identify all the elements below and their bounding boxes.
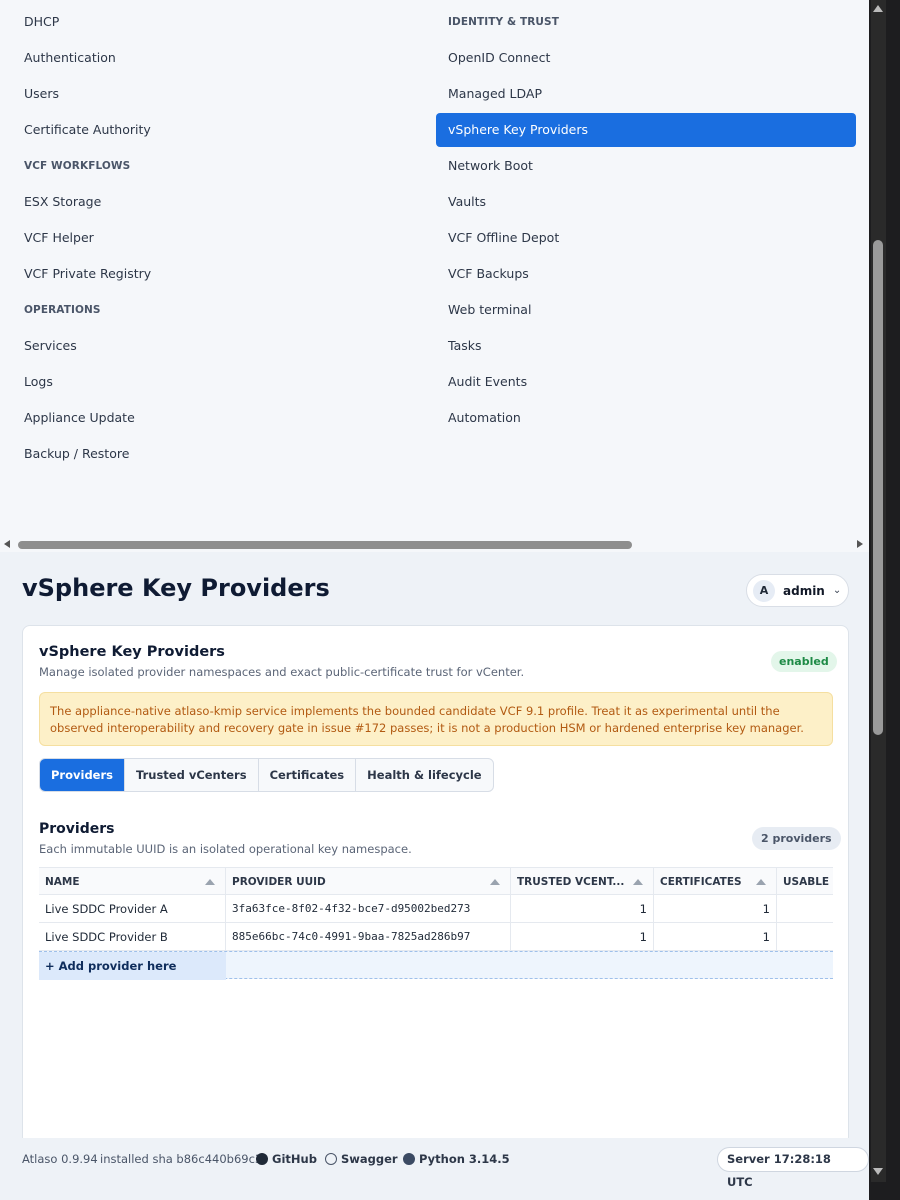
column-header-label: USABLE — [783, 876, 830, 888]
cell-name[interactable]: Live SDDC Provider B — [39, 923, 226, 951]
menu-item-managed-ldap[interactable]: Managed LDAP — [436, 76, 856, 112]
python-version-label: Python 3.14.5 — [419, 1152, 510, 1166]
column-header-name[interactable]: NAME — [39, 868, 226, 896]
menu-item-vcf-private-registry[interactable]: VCF Private Registry — [12, 256, 412, 292]
nav-menu-panel: DHCP Authentication Users Certificate Au… — [0, 0, 869, 552]
tab-trusted-vcenters[interactable]: Trusted vCenters — [125, 759, 259, 791]
key-providers-card: vSphere Key Providers Manage isolated pr… — [22, 625, 849, 1145]
sort-ascending-icon[interactable] — [756, 879, 766, 885]
column-header-certificates[interactable]: CERTIFICATES — [654, 868, 777, 896]
menu-item-backup-restore[interactable]: Backup / Restore — [12, 436, 412, 472]
column-header-trusted-vcenters[interactable]: TRUSTED VCENT... — [511, 868, 654, 896]
menu-item-network-boot[interactable]: Network Boot — [436, 148, 856, 184]
python-version: Python 3.14.5 — [403, 1152, 510, 1166]
vertical-scroll-thumb[interactable] — [873, 240, 883, 735]
menu-item-certificate-authority[interactable]: Certificate Authority — [12, 112, 412, 148]
scroll-up-arrow-icon[interactable] — [873, 5, 883, 12]
tab-health-lifecycle[interactable]: Health & lifecycle — [356, 759, 492, 791]
add-provider-button[interactable]: + Add provider here — [39, 952, 226, 980]
menu-heading-vcf-workflows: VCF WORKFLOWS — [24, 160, 131, 172]
sort-ascending-icon[interactable] — [633, 879, 643, 885]
sort-ascending-icon[interactable] — [205, 879, 215, 885]
cell-usable[interactable] — [777, 895, 833, 923]
github-link[interactable]: GitHub — [256, 1152, 317, 1166]
cell-usable[interactable] — [777, 923, 833, 951]
card-subtitle: Manage isolated provider namespaces and … — [39, 665, 525, 679]
cell-trusted-vcenters[interactable]: 1 — [511, 923, 654, 951]
menu-item-vcf-backups[interactable]: VCF Backups — [436, 256, 856, 292]
cell-provider-uuid[interactable]: 3fa63fce-8f02-4f32-bce7-d95002bed273 — [226, 895, 511, 923]
table-row[interactable]: Live SDDC Provider A 3fa63fce-8f02-4f32-… — [39, 895, 833, 923]
cell-provider-uuid[interactable]: 885e66bc-74c0-4991-9baa-7825ad286b97 — [226, 923, 511, 951]
user-menu-button[interactable]: A admin ⌄ — [746, 574, 849, 607]
menu-item-services[interactable]: Services — [12, 328, 412, 364]
menu-item-openid-connect[interactable]: OpenID Connect — [436, 40, 856, 76]
tab-providers[interactable]: Providers — [40, 759, 125, 791]
python-icon — [403, 1153, 415, 1165]
installed-sha: installed sha b86c440b69c3 — [100, 1152, 263, 1166]
swagger-link[interactable]: Swagger — [325, 1152, 398, 1166]
cell-trusted-vcenters[interactable]: 1 — [511, 895, 654, 923]
menu-item-audit-events[interactable]: Audit Events — [436, 364, 856, 400]
tab-certificates[interactable]: Certificates — [259, 759, 357, 791]
menu-item-users[interactable]: Users — [12, 76, 412, 112]
scroll-right-arrow-icon[interactable] — [857, 540, 863, 548]
menu-item-vaults[interactable]: Vaults — [436, 184, 856, 220]
providers-count-badge: 2 providers — [752, 827, 841, 850]
swagger-link-label: Swagger — [341, 1152, 398, 1166]
github-link-label: GitHub — [272, 1152, 317, 1166]
status-badge: enabled — [771, 651, 837, 672]
menu-item-automation[interactable]: Automation — [436, 400, 856, 436]
menu-heading-operations: OPERATIONS — [24, 304, 101, 316]
cell-name[interactable]: Live SDDC Provider A — [39, 895, 226, 923]
menu-item-logs[interactable]: Logs — [12, 364, 412, 400]
section-tabs: Providers Trusted vCenters Certificates … — [39, 758, 494, 792]
table-row[interactable]: Live SDDC Provider B 885e66bc-74c0-4991-… — [39, 923, 833, 951]
menu-item-tasks[interactable]: Tasks — [436, 328, 856, 364]
add-provider-row[interactable]: + Add provider here — [39, 951, 833, 980]
user-name: admin — [783, 583, 825, 598]
menu-item-web-terminal[interactable]: Web terminal — [436, 292, 856, 328]
column-header-provider-uuid[interactable]: PROVIDER UUID — [226, 868, 511, 896]
menu-item-vcf-offline-depot[interactable]: VCF Offline Depot — [436, 220, 856, 256]
menu-item-vsphere-key-providers[interactable]: vSphere Key Providers — [436, 113, 856, 147]
page-title: vSphere Key Providers — [22, 574, 330, 602]
menu-item-dhcp[interactable]: DHCP — [12, 4, 412, 40]
horizontal-scrollbar[interactable] — [0, 537, 869, 552]
providers-section-title: Providers — [39, 821, 115, 837]
experimental-warning-banner: The appliance-native atlaso-kmip service… — [39, 692, 833, 746]
scroll-left-arrow-icon[interactable] — [4, 540, 10, 548]
chevron-down-icon: ⌄ — [832, 585, 842, 596]
menu-item-vcf-helper[interactable]: VCF Helper — [12, 220, 412, 256]
app-version: Atlaso 0.9.94 — [22, 1152, 98, 1166]
providers-section-subtitle: Each immutable UUID is an isolated opera… — [39, 842, 412, 856]
nav-menu-left-column: DHCP Authentication Users Certificate Au… — [12, 4, 412, 472]
menu-item-appliance-update[interactable]: Appliance Update — [12, 400, 412, 436]
table-header-row: NAME PROVIDER UUID TRUSTED VCENT... CERT… — [39, 867, 833, 896]
horizontal-scroll-thumb[interactable] — [18, 541, 632, 549]
column-header-label: CERTIFICATES — [660, 876, 742, 888]
menu-heading-identity-trust: IDENTITY & TRUST — [448, 16, 559, 28]
column-header-label: PROVIDER UUID — [232, 876, 326, 888]
nav-menu-right-column: IDENTITY & TRUST OpenID Connect Managed … — [436, 4, 856, 436]
column-header-label: NAME — [45, 876, 80, 888]
swagger-icon — [325, 1153, 337, 1165]
cell-certificates[interactable]: 1 — [654, 895, 777, 923]
column-header-label: TRUSTED VCENT... — [517, 876, 625, 888]
providers-table: NAME PROVIDER UUID TRUSTED VCENT... CERT… — [39, 867, 833, 980]
menu-item-authentication[interactable]: Authentication — [12, 40, 412, 76]
menu-item-esx-storage[interactable]: ESX Storage — [12, 184, 412, 220]
footer: Atlaso 0.9.94 installed sha b86c440b69c3… — [0, 1138, 869, 1200]
scroll-down-arrow-icon[interactable] — [873, 1168, 883, 1175]
cell-certificates[interactable]: 1 — [654, 923, 777, 951]
github-icon — [256, 1153, 268, 1165]
vertical-scrollbar[interactable] — [869, 0, 900, 1200]
server-time-badge: Server 17:28:18 UTC — [717, 1147, 869, 1189]
sort-ascending-icon[interactable] — [490, 879, 500, 885]
avatar: A — [753, 579, 775, 602]
card-title: vSphere Key Providers — [39, 644, 225, 660]
column-header-usable[interactable]: USABLE — [777, 868, 833, 896]
